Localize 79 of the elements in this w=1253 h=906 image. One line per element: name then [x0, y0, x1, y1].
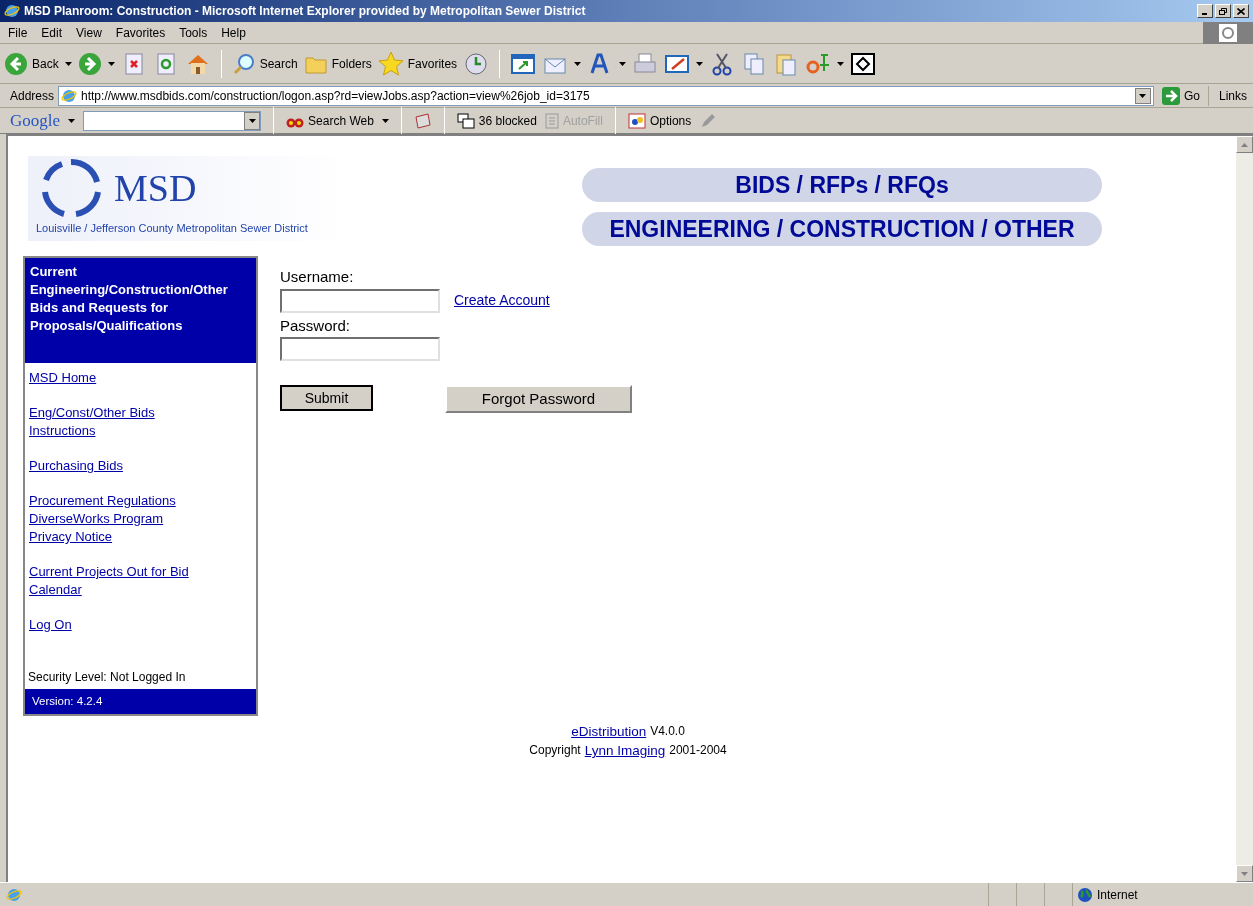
sidebar-link[interactable]: Current Projects Out for Bid Calendar [29, 563, 213, 599]
arrow-right-icon [1161, 86, 1180, 105]
caret-icon [248, 118, 256, 123]
sidebar-link[interactable]: Eng/Const/Other Bids Instructions [29, 404, 213, 440]
page-status-icon [6, 886, 22, 903]
search-button[interactable]: Search [231, 51, 298, 76]
security-level: Security Level: Not Logged In [27, 669, 187, 686]
search-web-button[interactable]: Search Web [286, 111, 374, 130]
logo-subtitle: Louisville / Jefferson County Metropolitan Sewer District [35, 221, 309, 236]
sidebar-link[interactable]: Log On [29, 616, 72, 634]
forgot-password-button[interactable]: Forgot Password [445, 385, 632, 413]
submit-button[interactable]: Submit [280, 385, 373, 411]
menu-item[interactable]: File [8, 23, 28, 42]
google-logo[interactable]: Google [10, 107, 61, 134]
sidebar-link[interactable]: Privacy Notice [29, 528, 113, 546]
options-icon [627, 112, 646, 129]
caret-icon [1139, 93, 1147, 98]
search-icon [231, 51, 256, 76]
username-label: Username: [280, 267, 355, 287]
sidebar-heading: Current Engineering/Construction/Other Bids and Requests for Proposals/Qualifications [25, 258, 256, 363]
caret-icon [107, 61, 115, 66]
password-field[interactable] [280, 337, 440, 361]
address-label: Address [10, 87, 55, 105]
menu-item[interactable]: Edit [41, 23, 63, 42]
window-title: MSD Planroom: Construction - Microsoft Internet Explorer provided by Metropolitan Sewer District [24, 3, 586, 20]
form-icon [544, 112, 559, 129]
banner-heading: BIDS / RFPs / RFQs [582, 168, 1102, 202]
options-button[interactable]: Options [627, 111, 692, 130]
back-button[interactable]: Back [4, 51, 59, 76]
scroll-down-icon[interactable] [1241, 871, 1248, 876]
caret-icon [381, 118, 389, 123]
caret-icon [574, 61, 582, 66]
version-bar: Version: 4.2.4 [25, 689, 256, 715]
history-icon[interactable] [463, 50, 490, 77]
caret-icon [837, 61, 845, 66]
logo-title: MSD [114, 165, 197, 211]
restore-button[interactable] [1215, 4, 1231, 18]
banner-heading: ENGINEERING / CONSTRUCTION / OTHER [582, 212, 1102, 246]
menu-item[interactable]: View [76, 23, 102, 42]
company-link[interactable]: Lynn Imaging [584, 741, 666, 761]
close-icon [1237, 7, 1245, 15]
password-label: Password: [280, 315, 352, 336]
scroll-up-icon[interactable] [1241, 142, 1248, 147]
folders-button[interactable]: Folders [303, 52, 372, 75]
forward-button[interactable] [77, 51, 102, 76]
caret-icon [619, 61, 627, 66]
go-button[interactable]: Go [1157, 86, 1204, 105]
star-icon [377, 50, 404, 77]
sidebar-link[interactable]: Procurement Regulations [29, 492, 176, 510]
username-field[interactable] [280, 288, 440, 313]
favorites-button[interactable]: Favorites [377, 50, 458, 77]
sidebar-link[interactable]: MSD Home [29, 369, 97, 387]
close-button[interactable] [1233, 4, 1249, 18]
google-search-field[interactable] [83, 110, 262, 131]
page-icon [61, 87, 78, 104]
windows-icon [456, 112, 475, 129]
caret-icon [68, 118, 76, 123]
caret-icon [696, 61, 704, 66]
globe-icon [1077, 886, 1093, 903]
copyright-text: Copyright [529, 742, 581, 760]
popup-blocker-button[interactable]: 36 blocked [456, 111, 537, 130]
dropdown-button[interactable] [1134, 87, 1151, 104]
edistribution-link[interactable]: eDistribution [571, 722, 647, 742]
copyright-years: 2001-2004 [669, 742, 727, 760]
sidebar-link[interactable]: Purchasing Bids [29, 457, 123, 475]
restore-icon [1219, 7, 1227, 15]
security-zone: Internet [1097, 886, 1138, 904]
address-field[interactable]: http://www.msdbids.com/construction/logon.asp?rd=viewJobs.asp?action=view%26job_id=3175 [58, 85, 1154, 106]
caret-icon [64, 61, 72, 66]
minimize-button[interactable] [1197, 4, 1213, 18]
menu-item[interactable]: Favorites [115, 23, 166, 42]
product-version: V4.0.0 [650, 723, 685, 741]
sidebar-link[interactable]: DiverseWorks Program [29, 510, 164, 528]
menu-item[interactable]: Tools [179, 23, 208, 42]
browser-icon [4, 3, 20, 19]
vertical-scrollbar[interactable] [1236, 136, 1253, 882]
links-button[interactable]: Links [1213, 86, 1253, 105]
create-account-link[interactable]: Create Account [454, 290, 550, 311]
menu-item[interactable]: Help [221, 23, 246, 42]
